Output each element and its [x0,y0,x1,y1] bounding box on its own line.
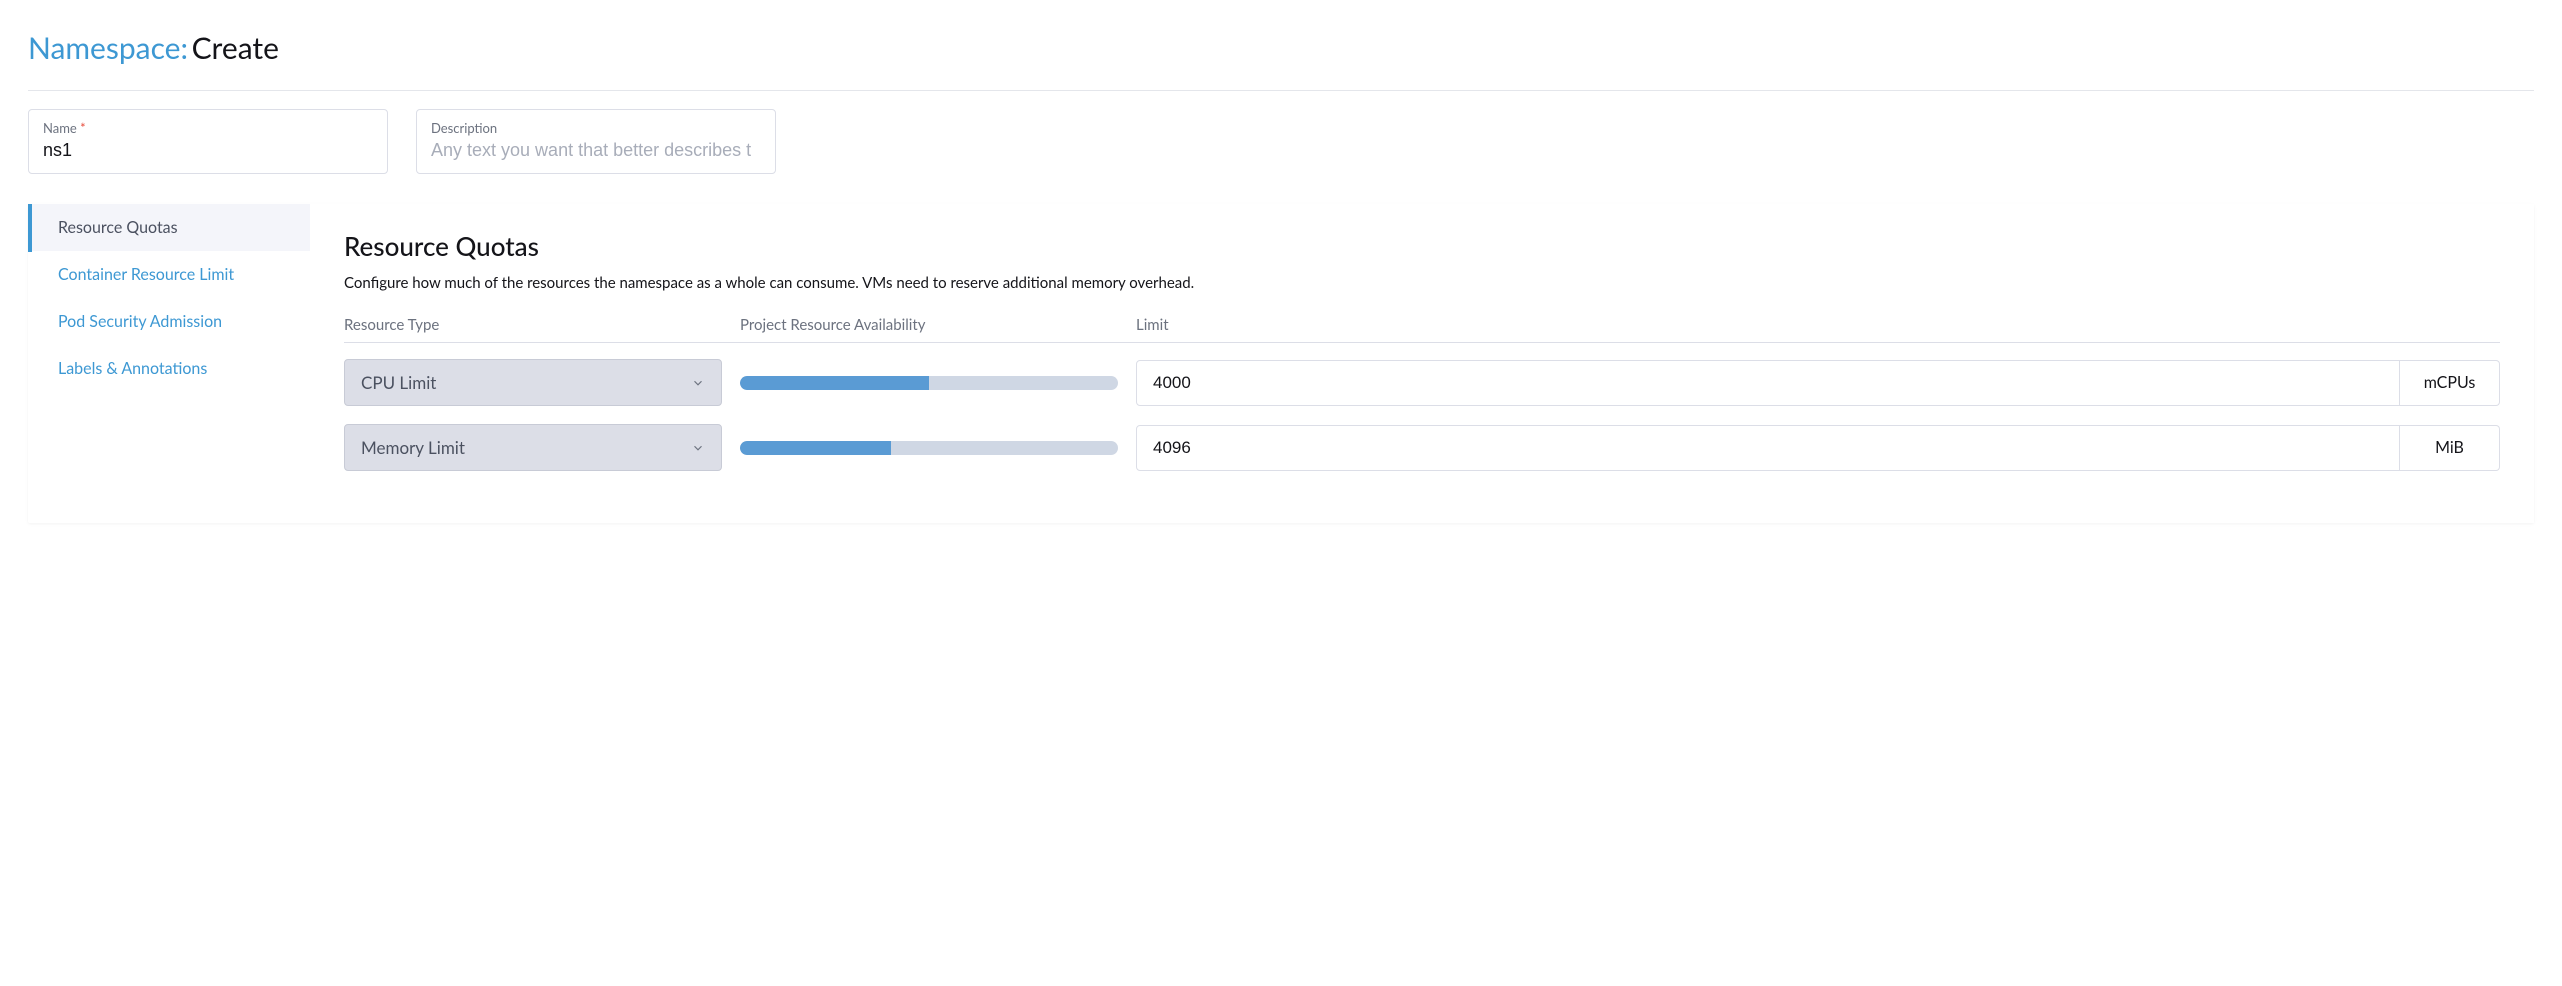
name-input[interactable] [43,140,373,161]
table-header: Resource Type Project Resource Availabil… [344,316,2500,343]
title-action: Create [192,30,279,66]
nav-item-resource-quotas[interactable]: Resource Quotas [32,204,310,251]
col-header-type: Resource Type [344,316,740,334]
nav-item-labels-annotations[interactable]: Labels & Annotations [32,345,310,392]
resource-type-label: Memory Limit [361,437,465,458]
name-field-box[interactable]: Name * [28,109,388,174]
limit-unit-cpu: mCPUs [2400,360,2500,406]
required-star: * [80,120,86,136]
section-title: Resource Quotas [344,230,2500,262]
chevron-down-icon [691,441,705,455]
divider [28,90,2534,91]
description-field-box[interactable]: Description [416,109,776,174]
resource-type-select-memory[interactable]: Memory Limit [344,424,722,471]
nav-item-pod-security-admission[interactable]: Pod Security Admission [32,298,310,345]
resource-type-select-cpu[interactable]: CPU Limit [344,359,722,406]
chevron-down-icon [691,376,705,390]
progress-bar-memory [740,441,1118,455]
side-nav: Resource Quotas Container Resource Limit… [32,204,310,523]
description-label: Description [431,120,761,136]
limit-input-memory[interactable] [1136,425,2400,471]
col-header-availability: Project Resource Availability [740,316,1136,334]
nav-item-container-resource-limit[interactable]: Container Resource Limit [32,251,310,298]
description-input[interactable] [431,140,761,161]
resource-row-cpu: CPU Limit mCPUs [344,359,2500,406]
limit-unit-memory: MiB [2400,425,2500,471]
section-description: Configure how much of the resources the … [344,274,2500,292]
progress-bar-cpu [740,376,1118,390]
title-entity: Namespace: [28,30,188,66]
col-header-limit: Limit [1136,316,2500,334]
progress-fill [740,376,929,390]
resource-type-label: CPU Limit [361,372,436,393]
progress-fill [740,441,891,455]
resource-row-memory: Memory Limit MiB [344,424,2500,471]
limit-input-cpu[interactable] [1136,360,2400,406]
name-label: Name * [43,120,373,136]
page-title: Namespace: Create [28,30,2534,66]
